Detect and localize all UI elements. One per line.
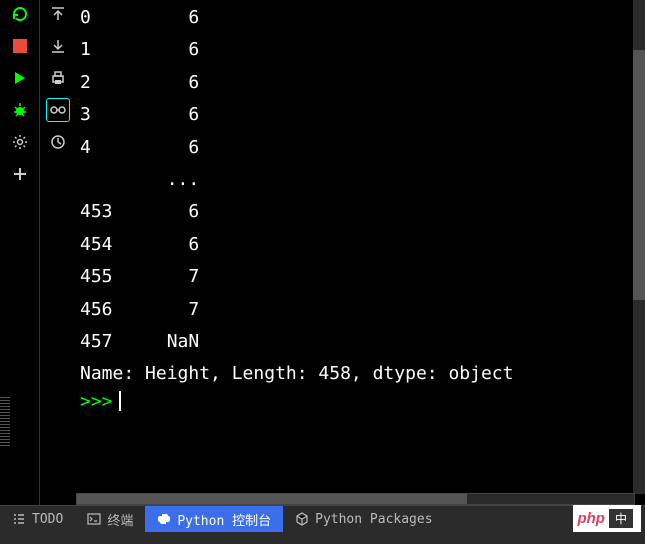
prompt-line[interactable]: >>> bbox=[80, 391, 641, 412]
run-icon[interactable] bbox=[8, 66, 32, 90]
output-row: 455 7 bbox=[80, 261, 641, 293]
watermark-suffix: 中 bbox=[609, 509, 633, 528]
inspect-icon[interactable] bbox=[46, 98, 70, 122]
debug-icon[interactable] bbox=[8, 98, 32, 122]
output-row: 453 6 bbox=[80, 196, 641, 228]
output-row: 4 6 bbox=[80, 132, 641, 164]
output-row: 2 6 bbox=[80, 67, 641, 99]
tab-python-console[interactable]: Python 控制台 bbox=[145, 506, 283, 532]
output-summary: Name: Height, Length: 458, dtype: object bbox=[80, 358, 641, 390]
scroll-top-icon[interactable] bbox=[46, 2, 70, 26]
tab-label: Python 控制台 bbox=[177, 510, 271, 529]
status-bar bbox=[0, 532, 645, 544]
tab-python-packages[interactable]: Python Packages bbox=[283, 506, 444, 532]
vertical-scrollbar-thumb[interactable] bbox=[633, 50, 645, 300]
output-row: 456 7 bbox=[80, 294, 641, 326]
history-icon[interactable] bbox=[46, 130, 70, 154]
python-icon bbox=[157, 512, 171, 526]
gutter-handle[interactable] bbox=[0, 396, 10, 446]
rerun-icon[interactable] bbox=[8, 2, 32, 26]
list-icon bbox=[12, 512, 26, 526]
bottom-tool-tabs: TODO 终端 Python 控制台 Python Packages bbox=[0, 505, 645, 532]
horizontal-scrollbar-thumb[interactable] bbox=[77, 494, 467, 504]
output-ellipsis: ... bbox=[80, 164, 641, 196]
scroll-bottom-icon[interactable] bbox=[46, 34, 70, 58]
horizontal-scrollbar[interactable] bbox=[76, 493, 635, 505]
cursor bbox=[119, 391, 121, 411]
terminal-icon bbox=[87, 512, 101, 526]
tab-label: TODO bbox=[32, 512, 63, 527]
watermark-brand: php bbox=[577, 510, 605, 527]
tab-todo[interactable]: TODO bbox=[0, 506, 75, 532]
add-icon[interactable] bbox=[8, 162, 32, 186]
console-toolbar bbox=[40, 0, 76, 505]
packages-icon bbox=[295, 512, 309, 526]
stop-icon[interactable] bbox=[8, 34, 32, 58]
output-row: 3 6 bbox=[80, 99, 641, 131]
prompt: >>> bbox=[80, 391, 113, 412]
vertical-scrollbar[interactable] bbox=[633, 0, 645, 494]
tab-label: 终端 bbox=[107, 510, 133, 529]
tab-terminal[interactable]: 终端 bbox=[75, 506, 145, 532]
output-row: 454 6 bbox=[80, 229, 641, 261]
python-console-output[interactable]: 0 6 1 6 2 6 3 6 4 6 ... 453 6 454 6 455 … bbox=[76, 0, 645, 505]
output-row: 0 6 bbox=[80, 2, 641, 34]
tab-label: Python Packages bbox=[315, 512, 432, 527]
output-row: 1 6 bbox=[80, 34, 641, 66]
settings-icon[interactable] bbox=[8, 130, 32, 154]
watermark: php 中 bbox=[573, 505, 641, 532]
output-row: 457 NaN bbox=[80, 326, 641, 358]
print-icon[interactable] bbox=[46, 66, 70, 90]
